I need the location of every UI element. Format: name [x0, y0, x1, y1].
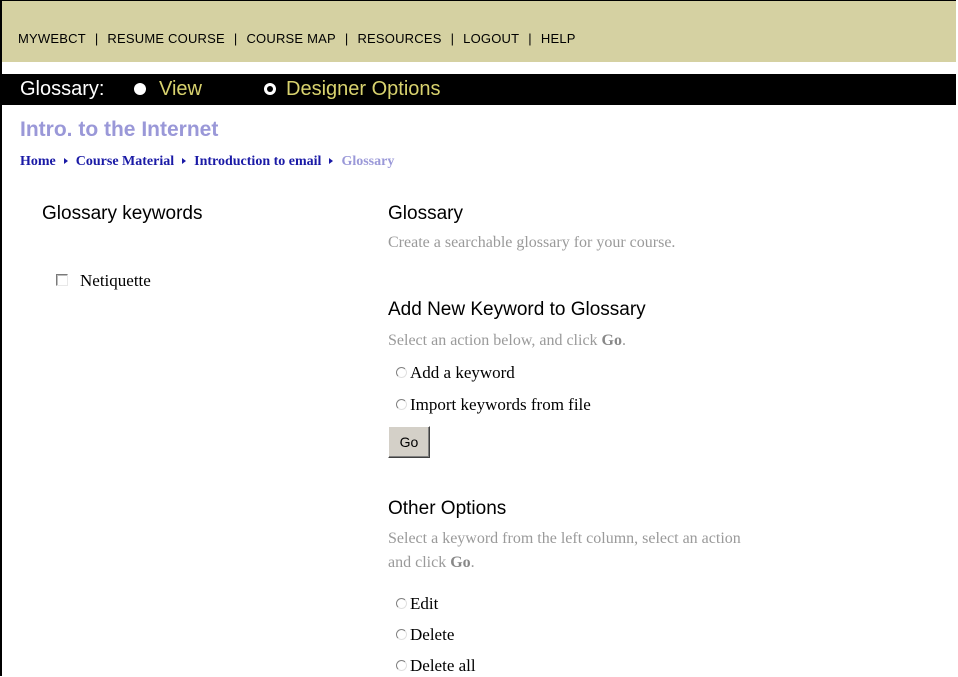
nav-link-course-map[interactable]: COURSE MAP	[246, 31, 335, 46]
instruction-suffix: .	[622, 332, 626, 349]
nav-separator: |	[344, 31, 349, 46]
nav-separator: |	[528, 31, 532, 46]
breadcrumb: Home Course Material Introduction to email…	[20, 154, 394, 170]
edit-option-label: Edit	[410, 594, 439, 613]
breadcrumb-arrow-icon	[182, 158, 187, 165]
keyword-checkbox[interactable]	[56, 274, 68, 287]
mode-bar-label: Glossary:	[20, 78, 105, 100]
delete-option-label: Delete	[410, 625, 455, 644]
instruction-text: Select an action below, and click	[388, 332, 602, 349]
page-frame: MYWEBCT | RESUME COURSE | COURSE MAP | RESOURC…	[0, 0, 956, 676]
glossary-description: Create a searchable glossary for your co…	[388, 234, 676, 251]
delete-radio[interactable]	[396, 628, 407, 640]
designer-options-mode-radio[interactable]	[264, 83, 276, 95]
add-keyword-heading: Add New Keyword to Glossary	[388, 299, 646, 320]
go-button[interactable]: Go	[388, 426, 430, 458]
instruction-suffix: .	[470, 554, 475, 571]
add-keyword-radio[interactable]	[396, 366, 407, 378]
instruction-go-text: Go	[450, 554, 471, 571]
breadcrumb-current-glossary: Glossary	[341, 154, 395, 169]
other-options-heading: Other Options	[388, 498, 507, 519]
nav-separator: |	[94, 31, 99, 46]
import-keywords-option[interactable]: Import keywords from file	[396, 395, 591, 415]
nav-separator: |	[450, 31, 455, 46]
top-nav-bar: MYWEBCT | RESUME COURSE | COURSE MAP | RESOURC…	[2, 1, 956, 62]
import-keywords-radio[interactable]	[396, 398, 407, 410]
mode-bar: Glossary: View Designer Options	[2, 74, 956, 105]
delete-option[interactable]: Delete	[396, 625, 454, 645]
instruction-line-1: Select a keyword from the left column, s…	[388, 530, 741, 547]
delete-all-radio[interactable]	[396, 659, 407, 671]
nav-link-mywebct[interactable]: MYWEBCT	[18, 31, 86, 46]
course-title: Intro. to the Internet	[20, 118, 219, 141]
add-keyword-option-label: Add a keyword	[410, 363, 515, 382]
breadcrumb-introduction-to-email[interactable]: Introduction to email	[194, 154, 321, 169]
glossary-keywords-heading: Glossary keywords	[42, 203, 203, 224]
view-mode-radio[interactable]	[134, 83, 146, 95]
edit-option[interactable]: Edit	[396, 594, 438, 614]
nav-link-help[interactable]: HELP	[541, 31, 576, 46]
delete-all-option-label: Delete all	[410, 656, 476, 675]
other-options-instruction: Select a keyword from the left column, s…	[388, 527, 956, 575]
view-mode-label[interactable]: View	[159, 74, 202, 105]
edit-radio[interactable]	[396, 597, 407, 609]
glossary-heading: Glossary	[388, 203, 463, 224]
keyword-item[interactable]: Netiquette	[56, 271, 151, 291]
nav-link-resources[interactable]: RESOURCES	[357, 31, 441, 46]
instruction-line-2: and click	[388, 554, 451, 571]
breadcrumb-arrow-icon	[329, 158, 334, 165]
top-nav-links: MYWEBCT | RESUME COURSE | COURSE MAP | RESOURC…	[18, 31, 576, 46]
add-keyword-instruction: Select an action below, and click Go.	[388, 329, 956, 353]
nav-link-logout[interactable]: LOGOUT	[463, 31, 519, 46]
delete-all-option[interactable]: Delete all	[396, 656, 476, 676]
keyword-label: Netiquette	[80, 271, 151, 290]
breadcrumb-arrow-icon	[63, 158, 68, 165]
add-keyword-option[interactable]: Add a keyword	[396, 363, 515, 383]
glossary-keywords-panel: Glossary keywords Netiquette	[42, 201, 342, 290]
nav-separator: |	[233, 31, 238, 46]
breadcrumb-course-material[interactable]: Course Material	[76, 154, 174, 169]
instruction-go-text: Go	[601, 332, 622, 349]
designer-options-mode-label[interactable]: Designer Options	[286, 74, 441, 105]
import-keywords-option-label: Import keywords from file	[410, 395, 591, 414]
breadcrumb-home[interactable]: Home	[20, 154, 56, 169]
nav-link-resume-course[interactable]: RESUME COURSE	[107, 31, 224, 46]
